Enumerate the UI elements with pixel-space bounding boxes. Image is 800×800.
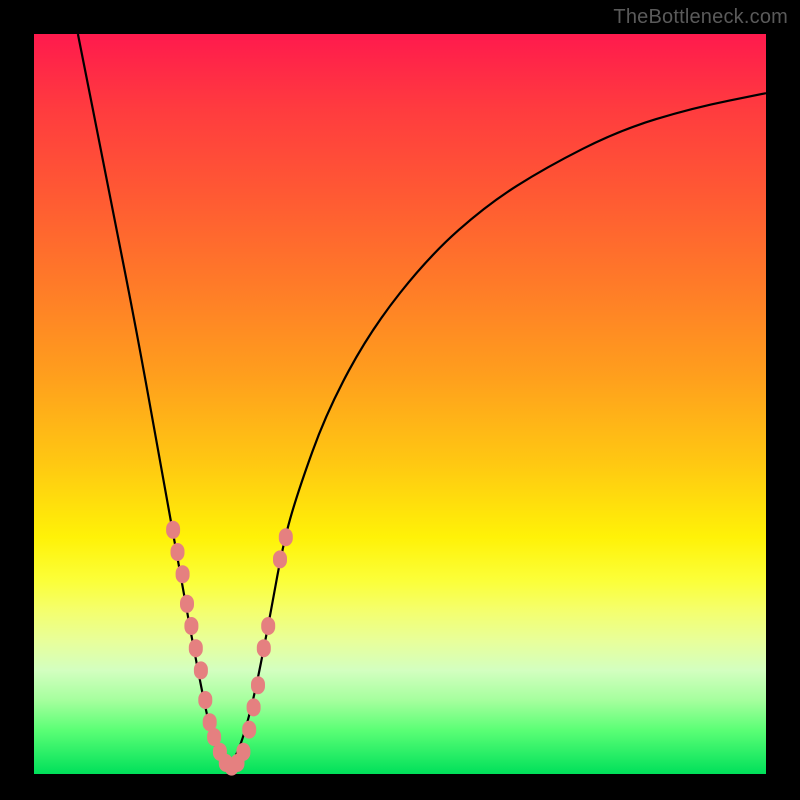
highlight-marker	[198, 691, 212, 709]
marker-group	[166, 521, 293, 776]
watermark-text: TheBottleneck.com	[613, 6, 788, 29]
highlight-marker	[242, 721, 256, 739]
highlight-marker	[257, 639, 271, 657]
curve-group	[78, 34, 766, 767]
highlight-marker	[261, 617, 275, 635]
highlight-marker	[279, 528, 293, 546]
highlight-marker	[247, 698, 261, 716]
highlight-marker	[176, 565, 190, 583]
bottleneck-curve	[78, 34, 766, 767]
highlight-marker	[171, 543, 185, 561]
highlight-marker	[166, 521, 180, 539]
highlight-marker	[189, 639, 203, 657]
chart-frame: TheBottleneck.com	[0, 0, 800, 800]
plot-area	[34, 34, 766, 774]
highlight-marker	[184, 617, 198, 635]
highlight-marker	[180, 595, 194, 613]
highlight-marker	[236, 743, 250, 761]
highlight-marker	[251, 676, 265, 694]
highlight-marker	[194, 661, 208, 679]
chart-svg	[34, 34, 766, 774]
highlight-marker	[273, 550, 287, 568]
